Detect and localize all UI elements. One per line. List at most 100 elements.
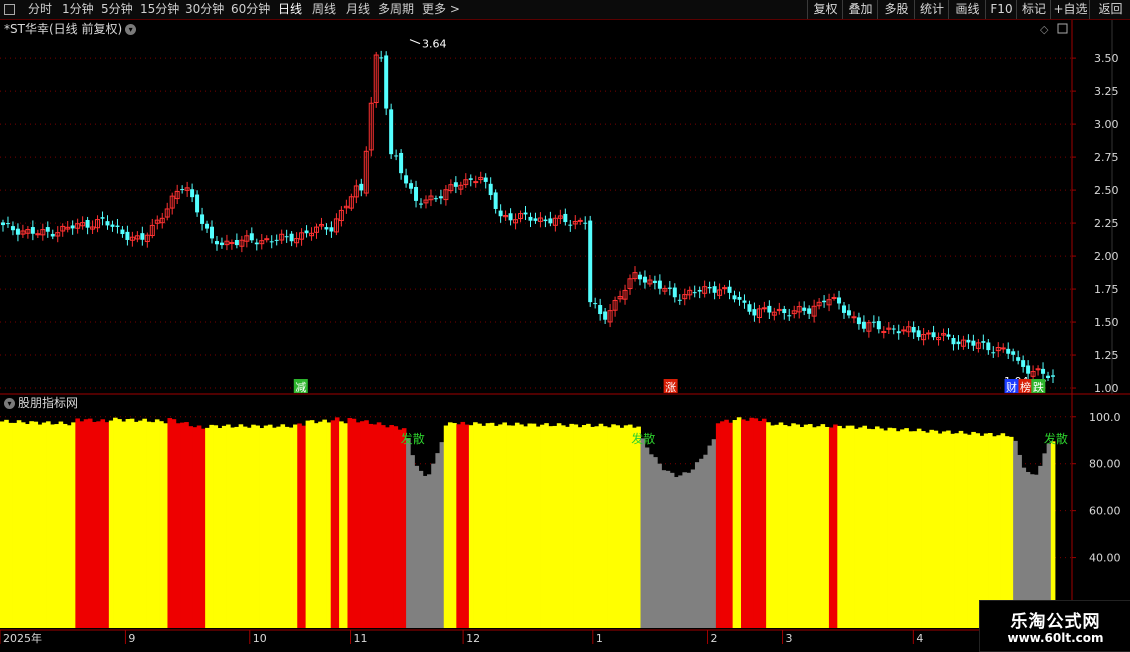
indicator-bar [586, 423, 591, 628]
candle [125, 231, 130, 240]
indicator-bar [778, 422, 784, 628]
candle [399, 152, 404, 174]
indicator-bar [364, 420, 369, 628]
y-tick-label: 3.50 [1094, 52, 1119, 65]
y-tick-label: 80.00 [1089, 458, 1121, 471]
indicator-bar [263, 425, 269, 628]
candle [115, 225, 120, 227]
watermark: 乐淘公式网 www.60lt.com [979, 600, 1130, 652]
candle [926, 332, 932, 335]
indicator-bar [494, 425, 499, 628]
indicator-bar [720, 421, 725, 628]
indicator-bar [142, 418, 147, 628]
candle [981, 341, 986, 343]
indicator-bar [452, 423, 457, 628]
indicator-bar [958, 430, 964, 628]
candle [1026, 365, 1031, 374]
layout-icon [1057, 23, 1068, 34]
x-tick-label: 9 [128, 632, 135, 645]
indicator-bar [535, 426, 541, 628]
candle [289, 233, 294, 242]
indicator-bar [548, 426, 554, 628]
indicator-bar [544, 423, 549, 628]
indicator-bar [954, 433, 960, 628]
indicator-bar [874, 426, 880, 628]
indicator-bar [887, 427, 893, 628]
candle [782, 308, 787, 314]
indicator-bar [25, 424, 30, 628]
candle [916, 330, 921, 338]
indicator-bar [732, 420, 738, 628]
indicator-bar [937, 433, 943, 628]
candle [110, 224, 115, 227]
indicator-bar [845, 425, 851, 628]
indicator-bar [58, 421, 64, 628]
candle [986, 342, 991, 351]
candle [911, 326, 916, 333]
candle [384, 55, 389, 109]
y-tick-label: 40.00 [1089, 552, 1121, 565]
candle [568, 224, 573, 226]
indicator-bar [288, 427, 294, 628]
candle [593, 303, 598, 305]
indicator-bar [514, 422, 520, 628]
indicator-bar [62, 423, 68, 628]
candle [284, 236, 289, 238]
indicator-bar [569, 423, 574, 628]
indicator-bar [485, 423, 491, 628]
indicator-bar [226, 424, 231, 628]
candle [324, 227, 329, 230]
indicator-bar [121, 421, 126, 628]
indicator-bar [988, 432, 993, 628]
candle [140, 233, 145, 240]
indicator-bar [372, 424, 378, 628]
indicator-bar [247, 427, 252, 628]
indicator-bar [8, 422, 13, 628]
indicator-bar [71, 422, 76, 628]
indicator-bar [715, 423, 721, 628]
indicator-bar [380, 425, 386, 628]
candle [473, 181, 479, 184]
indicator-bar [900, 429, 905, 628]
indicator-bar [983, 433, 989, 628]
indicator-bar [791, 423, 796, 628]
indicator-bar [267, 424, 273, 628]
indicator-bar [401, 428, 407, 628]
indicator-bar [627, 424, 633, 628]
candle [891, 328, 896, 330]
candle [200, 214, 205, 224]
indicator-bar [87, 418, 93, 628]
candle [379, 57, 384, 59]
x-tick-label: 1 [596, 632, 603, 645]
chart-canvas[interactable]: 3.50 3.25 3.00 2.75 2.50 2.25 2.00 1.75 1.50 1.25… [0, 0, 1130, 650]
candle [10, 226, 15, 231]
indicator-bar [305, 420, 311, 628]
candle [652, 280, 657, 284]
candle [677, 299, 682, 301]
candle [598, 305, 603, 315]
indicator-bar [0, 421, 5, 628]
indicator-bar [640, 438, 646, 628]
candle [1035, 368, 1041, 371]
indicator-bar [150, 422, 156, 628]
indicator-bar [66, 425, 72, 628]
candle [946, 334, 951, 337]
candle [264, 238, 270, 241]
candle [523, 212, 528, 215]
indicator-bar [489, 422, 495, 628]
indicator-bar [644, 447, 650, 628]
indicator-bar [506, 425, 512, 628]
candle [488, 183, 493, 196]
indicator-bar [389, 425, 394, 628]
indicator-bar [280, 424, 286, 628]
indicator-bar [774, 424, 780, 628]
event-marker-label: 榜 [1020, 380, 1031, 394]
candle [274, 239, 279, 241]
candle [707, 287, 712, 289]
indicator-bar [724, 419, 729, 628]
candle [453, 182, 458, 187]
indicator-bar [129, 418, 135, 628]
indicator-bar [41, 422, 47, 628]
indicator-bar [138, 420, 143, 628]
indicator-bar [397, 429, 403, 628]
